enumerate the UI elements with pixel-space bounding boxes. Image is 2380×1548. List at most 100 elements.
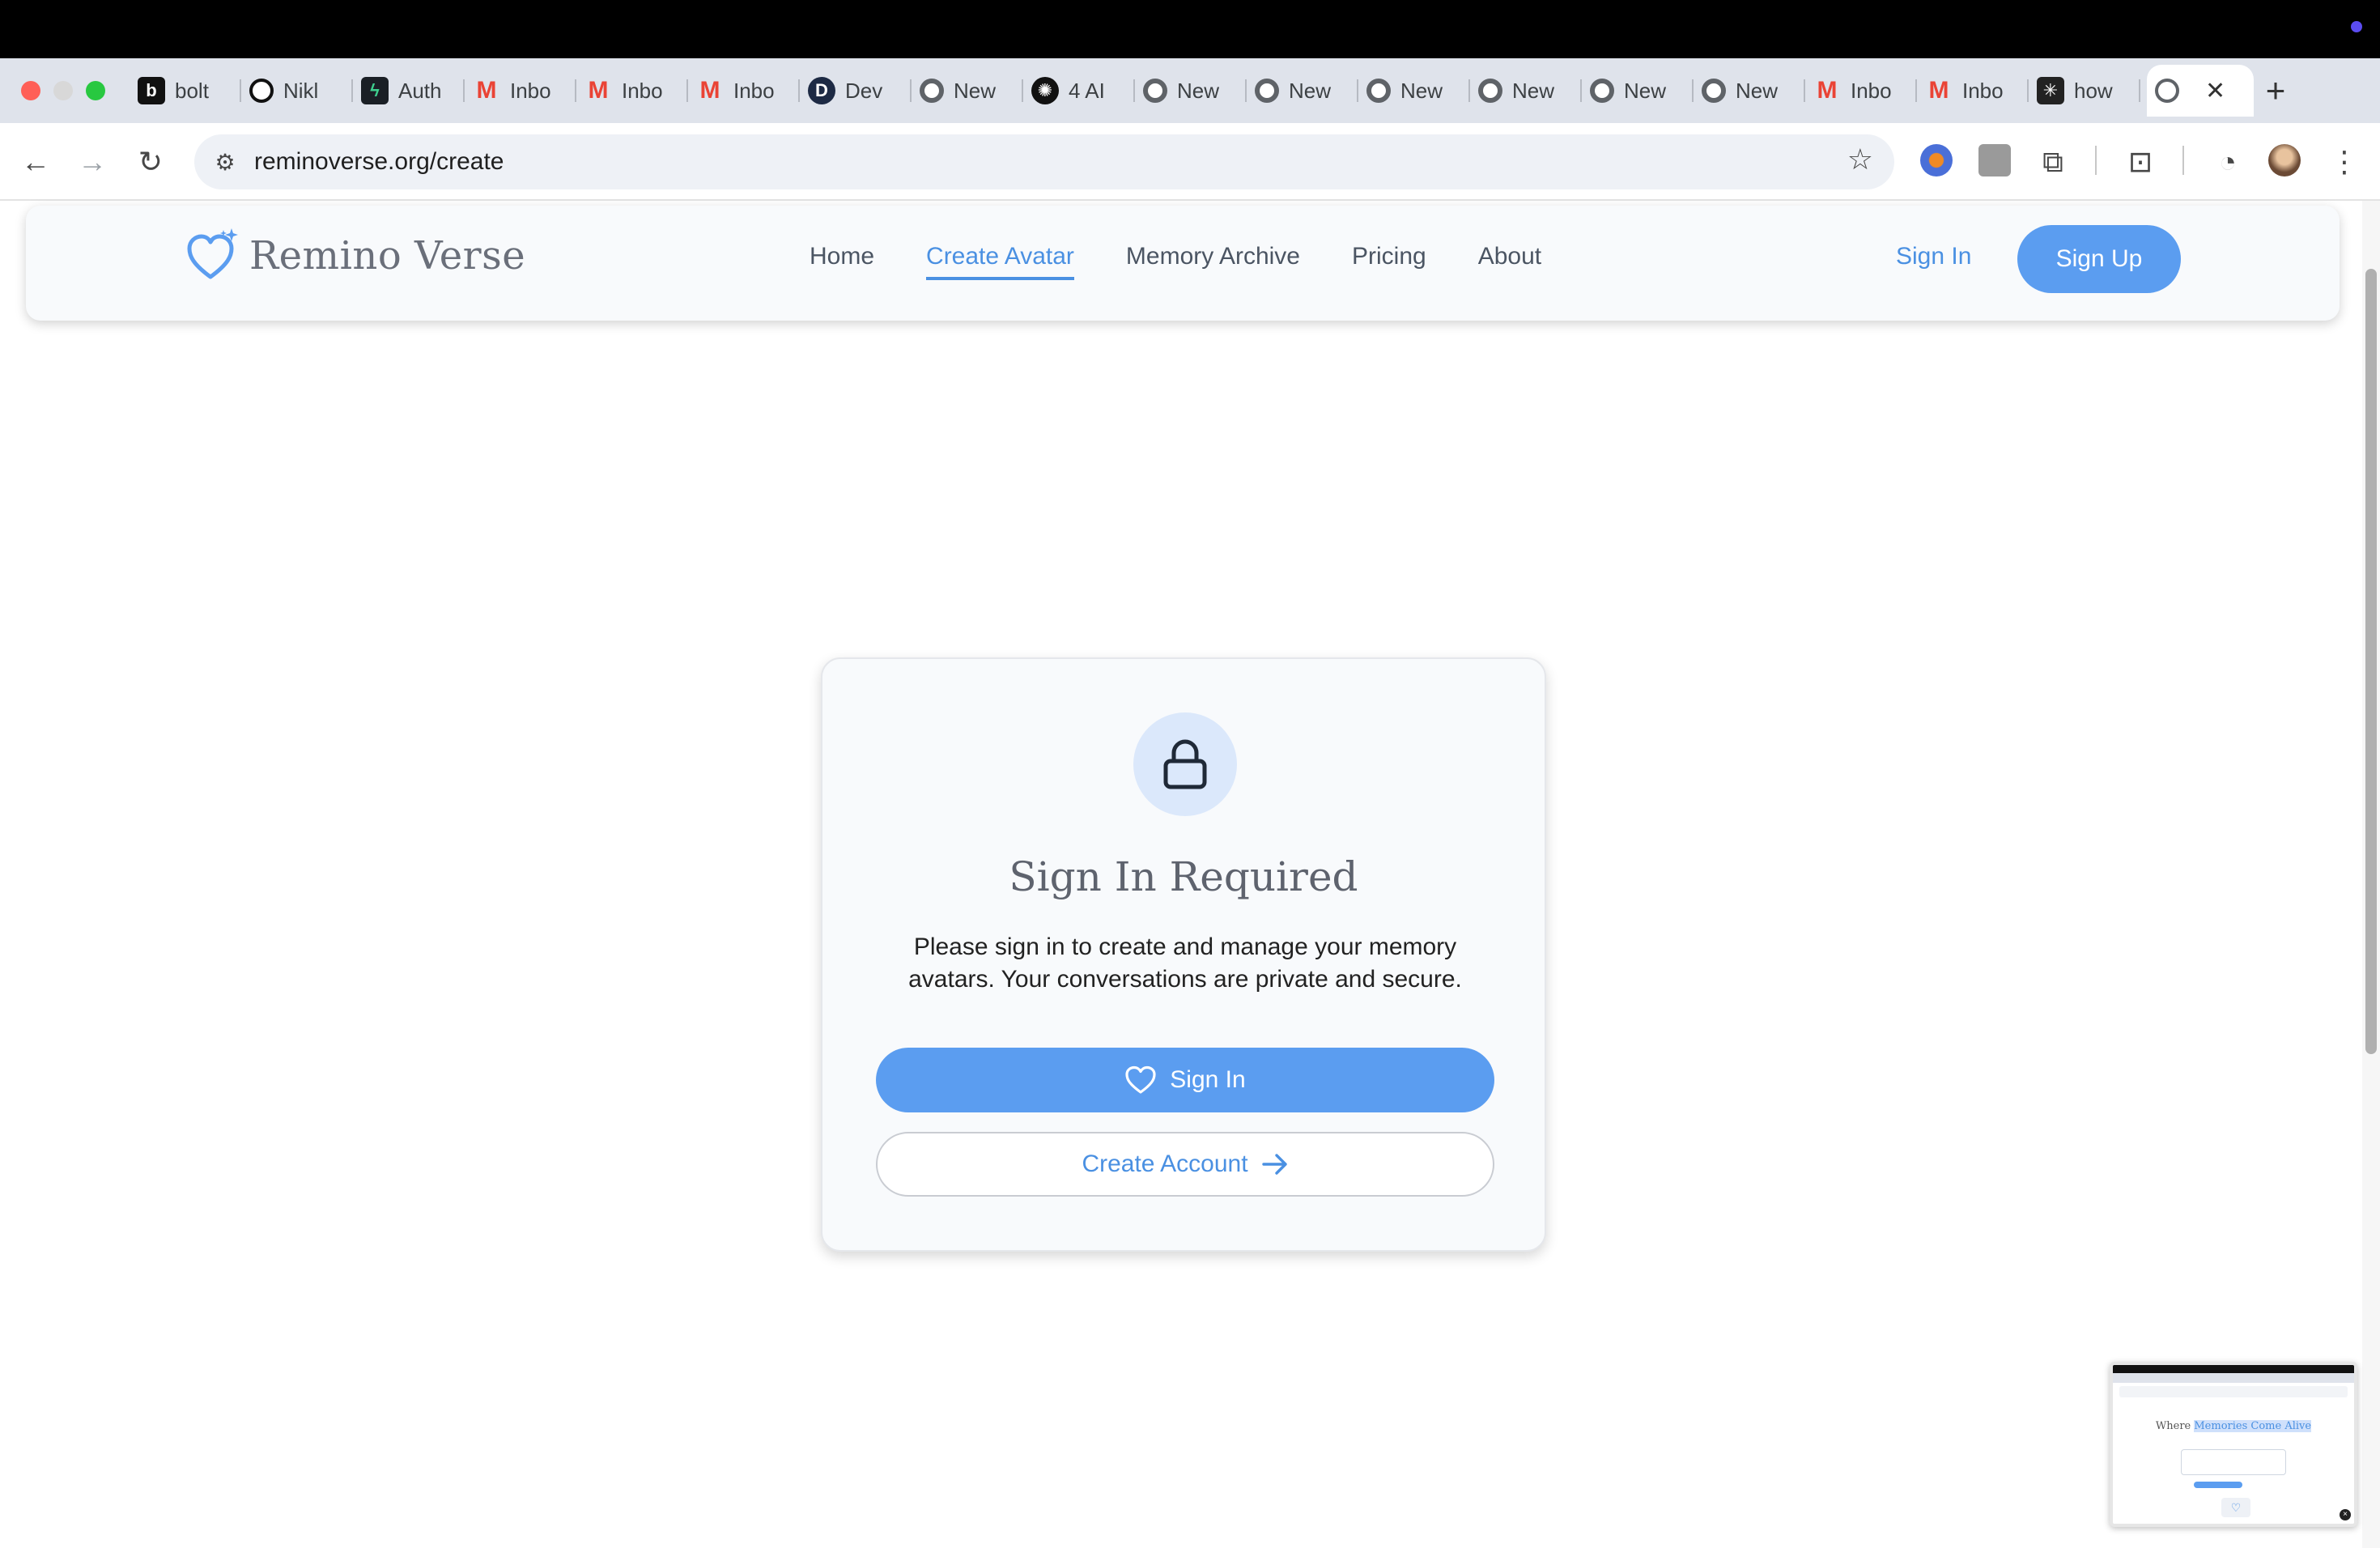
gmail-favicon-icon: M — [1928, 77, 1949, 104]
chrome-favicon-icon — [1702, 79, 1726, 103]
thumb-box — [2181, 1449, 2286, 1475]
puzzle-icon: ⧉ — [2042, 144, 2063, 178]
browser-tab[interactable]: Nikl — [241, 65, 353, 117]
browser-tab[interactable]: M Inbo — [1917, 65, 2029, 117]
create-account-button[interactable]: Create Account — [876, 1132, 1494, 1197]
card-description: Please sign in to create and manage your… — [908, 933, 1462, 993]
thumb-button — [2194, 1482, 2242, 1488]
main-nav: Home Create Avatar Memory Archive Pricin… — [810, 243, 1541, 280]
nav-about[interactable]: About — [1478, 243, 1541, 280]
browser-tab[interactable]: M Inbo — [1805, 65, 1917, 117]
thumb-heading-highlight: Memories Come Alive — [2194, 1420, 2312, 1432]
address-bar[interactable]: ⚙ reminoverse.org/create ☆ — [194, 134, 1894, 189]
window-zoom-button[interactable] — [86, 81, 105, 100]
browser-tab[interactable]: b bolt — [130, 65, 241, 117]
bookmark-star-icon[interactable]: ☆ — [1847, 142, 1873, 176]
thumb-close-icon[interactable]: × — [2340, 1509, 2351, 1520]
globe-favicon-icon — [2155, 79, 2179, 103]
browser-tab[interactable]: ✺ 4 AI — [1023, 65, 1135, 117]
status-dot-icon — [2351, 21, 2362, 32]
browser-tab[interactable]: M Inbo — [688, 65, 800, 117]
browser-tab[interactable]: M Inbo — [576, 65, 688, 117]
nav-pricing[interactable]: Pricing — [1352, 243, 1426, 280]
browser-tab[interactable]: ϟ Auth — [353, 65, 465, 117]
browser-menu-button[interactable]: ⋮ — [2320, 138, 2369, 186]
nav-create-avatar[interactable]: Create Avatar — [926, 243, 1074, 280]
extensions-button[interactable]: ⧉ — [2029, 138, 2077, 186]
gmail-favicon-icon: M — [1817, 77, 1838, 104]
site-logo[interactable]: Remino Verse — [185, 227, 525, 285]
browser-tab[interactable]: M Inbo — [465, 65, 576, 117]
speed-icon: ◔ — [2219, 145, 2237, 178]
browser-tab-active[interactable]: ✕ — [2147, 65, 2254, 117]
profile-avatar[interactable] — [2268, 144, 2301, 176]
tab-search-button[interactable]: ⊡ — [2116, 138, 2165, 186]
chrome-favicon-icon — [1255, 79, 1279, 103]
chrome-favicon-icon — [1366, 79, 1391, 103]
browser-tab[interactable]: New — [1247, 65, 1358, 117]
tab-search-icon: ⊡ — [2127, 145, 2153, 178]
bolt-favicon-icon: b — [138, 77, 165, 104]
heart-icon — [1125, 1065, 1156, 1094]
thumb-heading-prefix: Where — [2155, 1420, 2195, 1432]
browser-tab[interactable]: New — [912, 65, 1023, 117]
arrow-right-icon: → — [78, 145, 107, 178]
forward-button[interactable]: → — [68, 138, 117, 186]
browser-tab[interactable]: D Dev — [800, 65, 912, 117]
nav-sign-in-link[interactable]: Sign In — [1896, 243, 1971, 270]
sign-in-button-label: Sign In — [1170, 1066, 1246, 1093]
window-minimize-button[interactable] — [53, 81, 73, 100]
nav-home[interactable]: Home — [810, 243, 874, 280]
scrollbar-thumb[interactable] — [2365, 269, 2377, 1054]
lock-icon — [1163, 739, 1207, 789]
perplexity-favicon-icon: ✳ — [2037, 77, 2064, 104]
close-tab-icon[interactable]: ✕ — [2205, 77, 2225, 105]
sign-in-button[interactable]: Sign In — [876, 1048, 1494, 1112]
toolbar-divider — [2182, 146, 2184, 175]
heart-sparkle-icon — [187, 228, 238, 279]
lock-badge — [1133, 712, 1237, 816]
thumb-menubar — [2113, 1365, 2354, 1373]
thumb-heart-icon: ♡ — [2221, 1498, 2250, 1517]
more-vertical-icon: ⋮ — [2330, 145, 2359, 178]
openai-favicon-icon: ✺ — [1031, 77, 1059, 104]
system-menu-bar — [0, 0, 2380, 58]
card-title: Sign In Required — [1009, 853, 1358, 900]
create-account-button-label: Create Account — [1082, 1150, 1248, 1177]
page-scrollbar[interactable] — [2362, 201, 2380, 1548]
extension-icon[interactable] — [1920, 144, 1953, 176]
new-tab-button[interactable]: + — [2255, 71, 2296, 110]
nav-sign-up-button[interactable]: Sign Up — [2017, 225, 2181, 293]
supabase-favicon-icon: ϟ — [361, 77, 389, 104]
arrow-left-icon: ← — [21, 145, 50, 178]
browser-tab[interactable]: New — [1135, 65, 1247, 117]
browser-tab[interactable]: New — [1470, 65, 1582, 117]
browser-tab[interactable]: ✳ how — [2029, 65, 2140, 117]
window-close-button[interactable] — [21, 81, 40, 100]
thumb-heading: Where Memories Come Alive — [2113, 1420, 2354, 1432]
toolbar-divider — [2095, 146, 2097, 175]
nav-memory-archive[interactable]: Memory Archive — [1126, 243, 1300, 280]
dev-favicon-icon: D — [808, 77, 835, 104]
browser-tab[interactable]: New — [1358, 65, 1470, 117]
chrome-favicon-icon — [1478, 79, 1502, 103]
gmail-favicon-icon: M — [699, 77, 720, 104]
back-button[interactable]: ← — [11, 138, 60, 186]
reload-button[interactable]: ↻ — [126, 138, 175, 186]
gmail-favicon-icon: M — [476, 77, 497, 104]
github-favicon-icon — [249, 79, 274, 103]
arrow-right-icon — [1261, 1154, 1287, 1175]
site-navbar: Remino Verse Home Create Avatar Memory A… — [26, 206, 2340, 321]
browser-tab[interactable]: New — [1582, 65, 1694, 117]
brand-name: Remino Verse — [249, 233, 526, 279]
thumb-nav — [2119, 1386, 2348, 1397]
screen-recording-thumbnail[interactable]: Where Memories Come Alive ♡ × — [2110, 1362, 2357, 1527]
browser-tab[interactable]: New — [1694, 65, 1805, 117]
chrome-favicon-icon — [1590, 79, 1614, 103]
performance-button[interactable]: ◔ — [2204, 138, 2252, 186]
chrome-favicon-icon — [1143, 79, 1167, 103]
site-settings-icon[interactable]: ⚙ — [207, 144, 243, 180]
browser-tabs: b bolt Nikl ϟ Auth M Inbo M Inbo M Inbo D Dev … — [130, 65, 2254, 117]
extension-icon[interactable] — [1978, 144, 2011, 176]
url-text[interactable]: reminoverse.org/create — [254, 148, 504, 176]
